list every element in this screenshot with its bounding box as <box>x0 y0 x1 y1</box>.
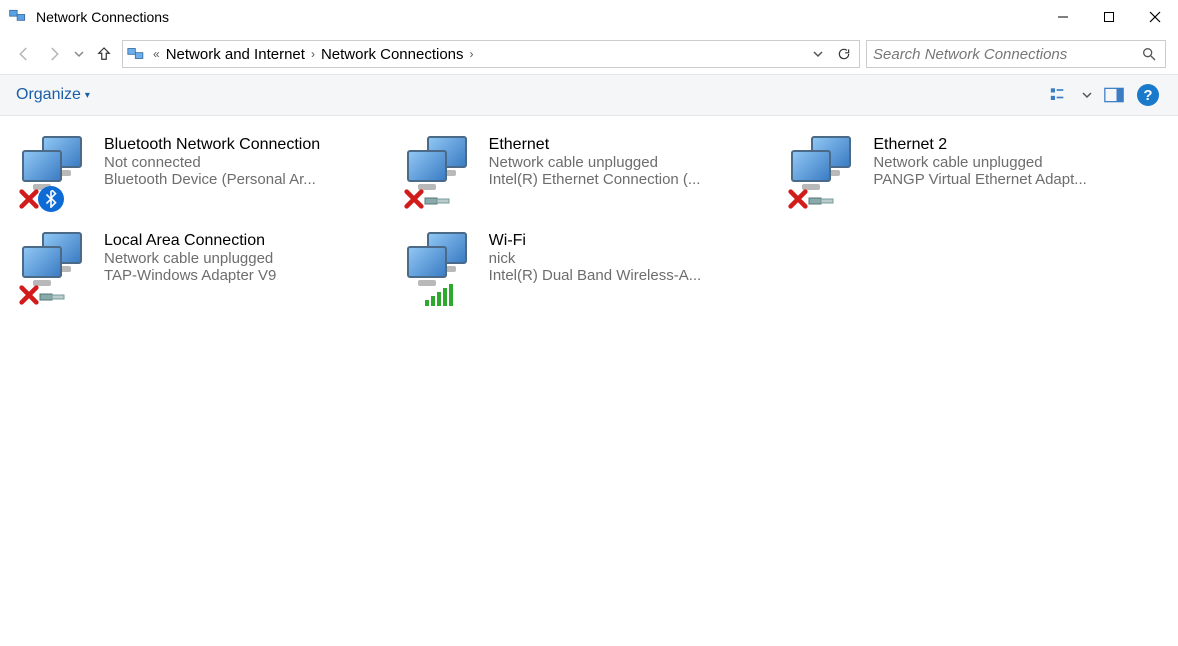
disconnected-x-icon <box>787 188 809 210</box>
breadcrumb-item[interactable]: Network Connections <box>321 46 464 63</box>
cable-icon <box>807 194 837 208</box>
command-bar: Organize ▾ ? <box>0 74 1178 116</box>
breadcrumb-prefix: « <box>151 47 162 61</box>
chevron-right-icon: › <box>309 47 317 61</box>
connection-item[interactable]: Bluetooth Network Connection Not connect… <box>16 134 393 226</box>
connection-item[interactable]: Ethernet Network cable unplugged Intel(R… <box>401 134 778 226</box>
connection-item[interactable]: Ethernet 2 Network cable unplugged PANGP… <box>785 134 1162 226</box>
title-bar: Network Connections <box>0 0 1178 34</box>
up-button[interactable] <box>92 42 116 66</box>
disconnected-x-icon <box>403 188 425 210</box>
address-icon <box>127 45 147 63</box>
preview-pane-button[interactable] <box>1100 81 1128 109</box>
connections-list: Bluetooth Network Connection Not connect… <box>0 116 1178 646</box>
cable-icon <box>38 290 68 304</box>
connection-status: nick <box>489 250 702 267</box>
organize-label: Organize <box>16 86 81 104</box>
view-dropdown-button[interactable] <box>1080 81 1094 109</box>
help-button[interactable]: ? <box>1134 81 1162 109</box>
breadcrumb-item[interactable]: Network and Internet <box>166 46 305 63</box>
chevron-down-icon: ▾ <box>85 90 90 101</box>
disconnected-x-icon <box>18 284 40 306</box>
connection-device: TAP-Windows Adapter V9 <box>104 267 276 284</box>
connection-status: Not connected <box>104 154 320 171</box>
view-options-button[interactable] <box>1046 81 1074 109</box>
connection-icon <box>20 136 92 208</box>
wifi-signal-icon <box>425 284 453 306</box>
disconnected-x-icon <box>18 188 40 210</box>
search-icon[interactable] <box>1139 46 1159 62</box>
connection-status: Network cable unplugged <box>873 154 1086 171</box>
address-bar[interactable]: « Network and Internet › Network Connect… <box>122 40 860 68</box>
connection-name: Bluetooth Network Connection <box>104 136 320 154</box>
cable-icon <box>423 194 453 208</box>
close-button[interactable] <box>1132 0 1178 34</box>
bluetooth-icon <box>38 186 64 212</box>
connection-name: Local Area Connection <box>104 232 276 250</box>
recent-locations-button[interactable] <box>72 42 86 66</box>
connection-name: Ethernet 2 <box>873 136 1086 154</box>
back-button[interactable] <box>12 42 36 66</box>
connection-icon <box>405 136 477 208</box>
connection-icon <box>405 232 477 304</box>
connection-status: Network cable unplugged <box>104 250 276 267</box>
connection-item[interactable]: Local Area Connection Network cable unpl… <box>16 230 393 322</box>
connection-device: Intel(R) Dual Band Wireless-A... <box>489 267 702 284</box>
connection-name: Ethernet <box>489 136 701 154</box>
forward-button[interactable] <box>42 42 66 66</box>
connection-name: Wi-Fi <box>489 232 702 250</box>
maximize-button[interactable] <box>1086 0 1132 34</box>
connection-item[interactable]: Wi-Fi nick Intel(R) Dual Band Wireless-A… <box>401 230 778 322</box>
chevron-right-icon: › <box>468 47 476 61</box>
nav-row: « Network and Internet › Network Connect… <box>0 34 1178 74</box>
connection-device: Bluetooth Device (Personal Ar... <box>104 171 320 188</box>
connection-device: PANGP Virtual Ethernet Adapt... <box>873 171 1086 188</box>
address-dropdown-button[interactable] <box>807 41 829 67</box>
connection-icon <box>789 136 861 208</box>
refresh-button[interactable] <box>833 41 855 67</box>
connection-icon <box>20 232 92 304</box>
organize-menu[interactable]: Organize ▾ <box>16 86 90 104</box>
connection-status: Network cable unplugged <box>489 154 701 171</box>
search-box[interactable] <box>866 40 1166 68</box>
window-title: Network Connections <box>36 9 169 25</box>
search-input[interactable] <box>873 46 1139 63</box>
connection-device: Intel(R) Ethernet Connection (... <box>489 171 701 188</box>
help-icon: ? <box>1137 84 1159 106</box>
minimize-button[interactable] <box>1040 0 1086 34</box>
app-icon <box>8 7 28 27</box>
